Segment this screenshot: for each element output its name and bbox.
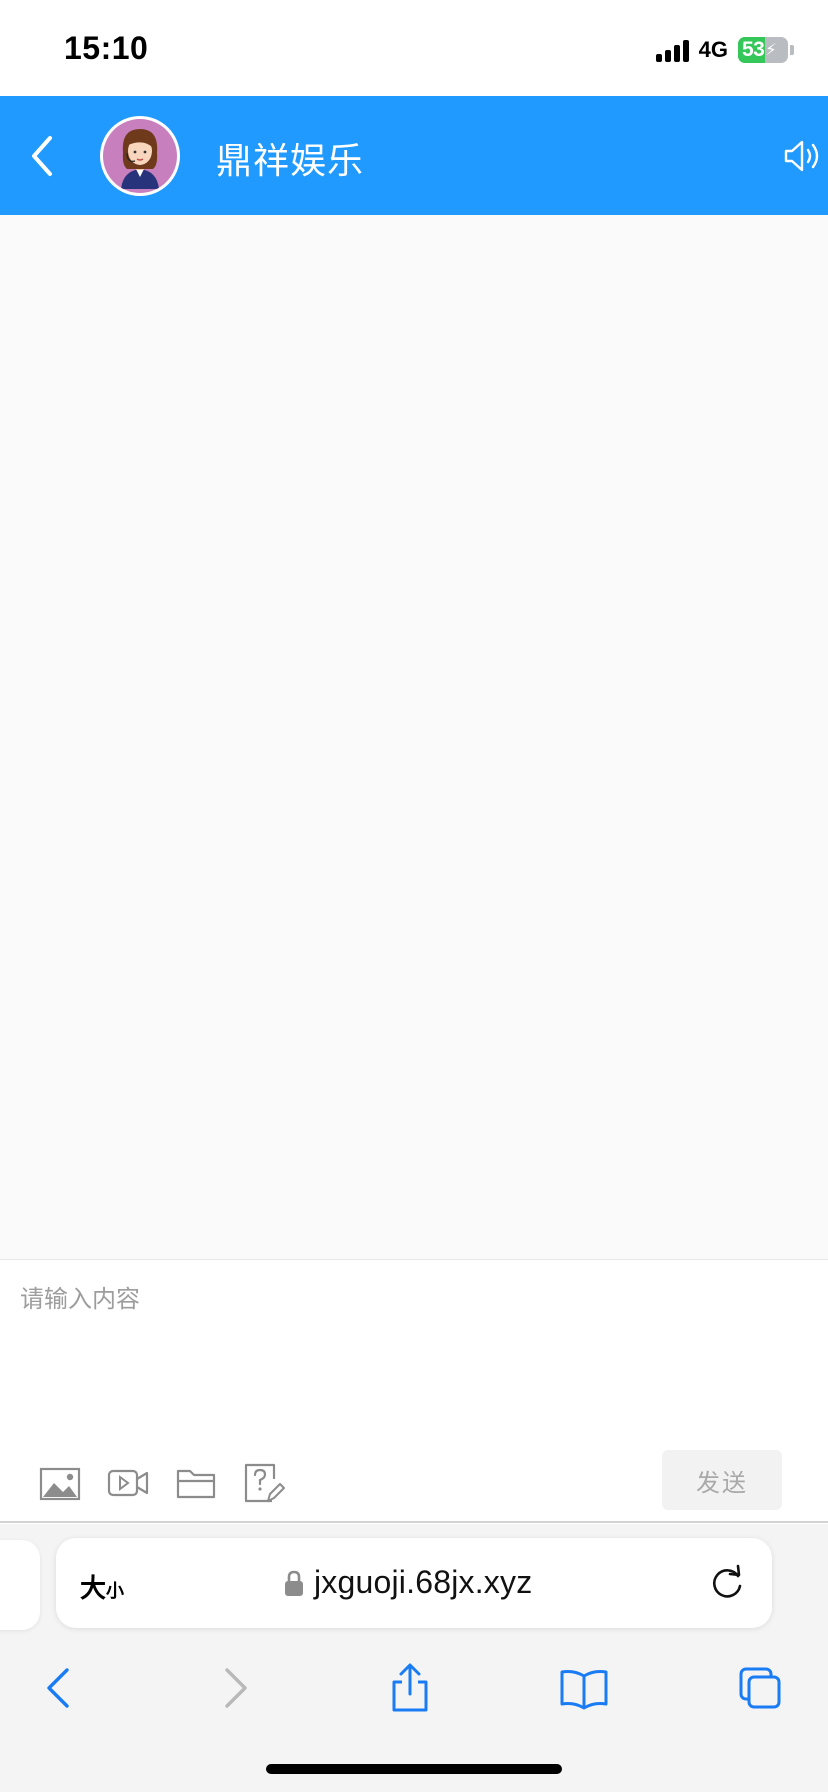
chat-header: 鼎祥娱乐 xyxy=(0,96,828,215)
url-display[interactable]: jxguoji.68jx.xyz xyxy=(284,1564,532,1601)
customer-service-avatar-icon xyxy=(121,129,159,189)
browser-toolbar: 大小 jxguoji.68jx.xyz xyxy=(0,1524,828,1792)
back-button[interactable] xyxy=(14,124,70,188)
nav-back-icon xyxy=(47,1668,69,1708)
send-button[interactable]: 发送 xyxy=(662,1450,782,1510)
previous-tab-card[interactable] xyxy=(0,1540,40,1630)
charging-bolt-icon: ⚡ xyxy=(765,42,777,59)
nav-back-button[interactable] xyxy=(28,1658,88,1718)
reload-icon xyxy=(712,1564,742,1598)
status-time: 15:10 xyxy=(64,30,149,66)
home-indicator[interactable] xyxy=(266,1764,562,1774)
battery-icon: 53 ⚡ xyxy=(738,37,788,63)
send-video-button[interactable] xyxy=(106,1461,150,1505)
network-type: 4G xyxy=(698,37,728,62)
bookmarks-icon xyxy=(560,1670,608,1710)
nav-forward-icon xyxy=(225,1668,247,1708)
avatar-image xyxy=(103,119,177,193)
url-text: jxguoji.68jx.xyz xyxy=(314,1564,533,1600)
image-icon xyxy=(39,1467,81,1501)
folder-icon xyxy=(176,1469,216,1499)
sound-toggle-button[interactable] xyxy=(782,136,822,176)
tabs-button[interactable] xyxy=(730,1658,790,1718)
reload-button[interactable] xyxy=(708,1564,746,1602)
status-indicators: 4G 53 ⚡ xyxy=(655,36,794,64)
share-icon xyxy=(392,1663,428,1712)
share-button[interactable] xyxy=(380,1658,440,1718)
text-size-button[interactable]: 大小 xyxy=(80,1568,124,1605)
agent-avatar xyxy=(100,116,180,196)
video-icon xyxy=(107,1469,149,1497)
back-chevron-icon xyxy=(32,136,52,176)
nav-forward-button[interactable] xyxy=(206,1658,266,1718)
tabs-icon xyxy=(739,1667,781,1709)
composer: 发送 xyxy=(0,1261,828,1523)
address-bar[interactable]: 大小 jxguoji.68jx.xyz xyxy=(56,1538,772,1628)
speaker-icon xyxy=(784,140,819,172)
text-size-small: 小 xyxy=(106,1581,125,1601)
send-file-button[interactable] xyxy=(174,1461,218,1505)
browser-nav-row xyxy=(0,1652,828,1732)
bookmarks-button[interactable] xyxy=(554,1658,614,1718)
chat-title: 鼎祥娱乐 xyxy=(216,140,365,181)
signal-icon xyxy=(655,38,689,62)
battery-percent: 53 xyxy=(742,38,765,61)
status-bar: 15:10 4G 53 ⚡ xyxy=(0,0,828,96)
question-edit-icon xyxy=(244,1463,285,1503)
question-feedback-button[interactable] xyxy=(242,1461,286,1505)
send-image-button[interactable] xyxy=(38,1461,82,1505)
text-size-large: 大 xyxy=(80,1573,107,1603)
message-list[interactable] xyxy=(0,215,828,1260)
battery-nub xyxy=(790,45,794,55)
lock-icon xyxy=(285,1570,303,1596)
message-input[interactable] xyxy=(0,1261,828,1431)
